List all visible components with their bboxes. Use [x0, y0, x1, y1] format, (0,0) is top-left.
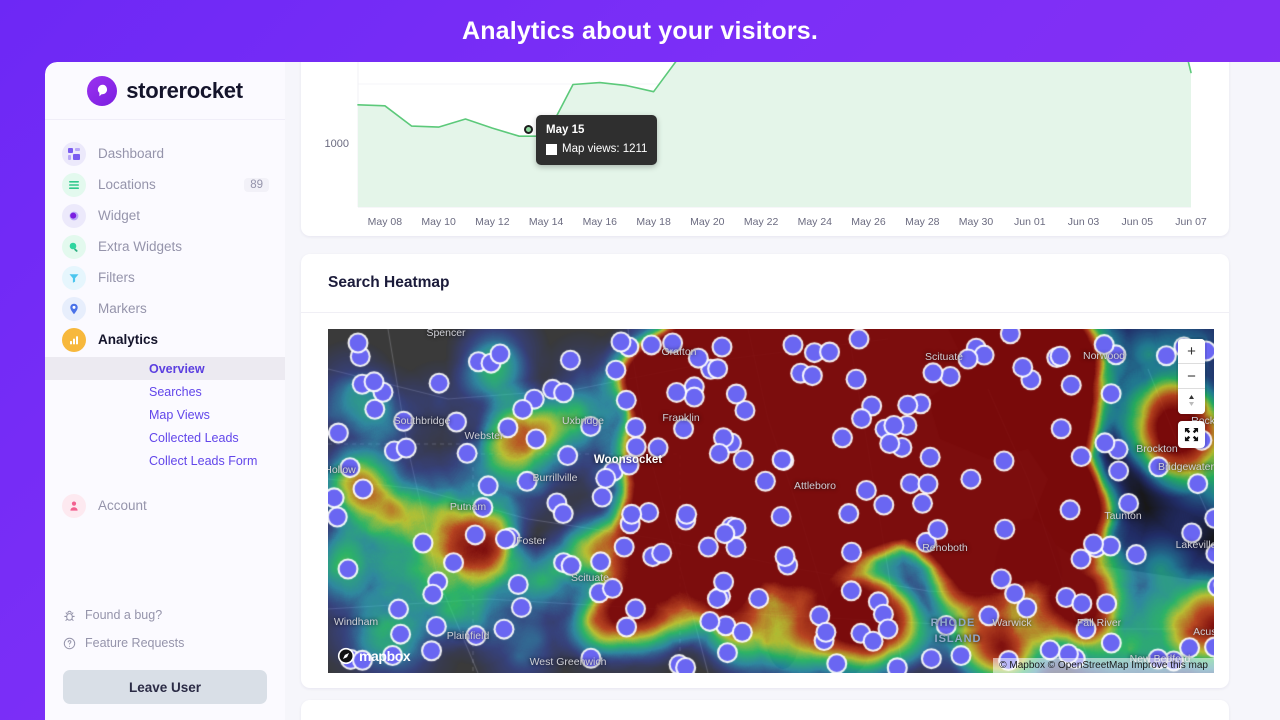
compass-icon[interactable]	[1178, 389, 1205, 414]
page-banner: Analytics about your visitors.	[0, 0, 1280, 62]
subnav-item-collect-leads-form[interactable]: Collect Leads Form	[45, 449, 285, 472]
storerocket-logo-icon	[87, 75, 118, 106]
sidebar-item-extra-widgets[interactable]: Extra Widgets	[45, 231, 285, 262]
sidebar-item-widget[interactable]: Widget	[45, 200, 285, 231]
x-axis-tick: Jun 07	[1175, 216, 1207, 228]
sidebar-item-analytics[interactable]: Analytics	[45, 324, 285, 355]
mapbox-mark-icon	[337, 647, 355, 665]
main-content: 1000 May 08 May 10 May 12 May 14 May 16 May 1…	[285, 62, 1280, 720]
subnav-item-overview[interactable]: Overview	[45, 357, 285, 380]
sidebar-item-locations[interactable]: Locations 89	[45, 169, 285, 200]
sidebar-item-label: Analytics	[98, 332, 159, 347]
heatmap-canvas[interactable]	[328, 329, 1214, 673]
sidebar: storerocket Dashboard Locations 89 Widge…	[45, 62, 285, 720]
y-axis-tick-1000: 1000	[324, 138, 349, 150]
x-axis-tick: May 10	[421, 216, 456, 228]
sidebar-footer: Found a bug? Feature Requests Leave User	[45, 601, 285, 720]
analytics-subnav: Overview Searches Map Views Collected Le…	[45, 357, 285, 472]
brand-name: storerocket	[126, 77, 243, 103]
map-views-chart-card: 1000 May 08 May 10 May 12 May 14 May 16 May 1…	[301, 62, 1229, 236]
feature-requests-label: Feature Requests	[85, 636, 185, 650]
attribution-improve-map[interactable]: Improve this map	[1131, 660, 1208, 671]
sidebar-item-markers[interactable]: Markers	[45, 293, 285, 324]
subnav-item-map-views[interactable]: Map Views	[45, 403, 285, 426]
app-window: storerocket Dashboard Locations 89 Widge…	[45, 62, 1280, 720]
sidebar-item-label: Locations	[98, 177, 156, 192]
x-axis-tick: May 20	[690, 216, 725, 228]
x-axis-tick: May 08	[367, 216, 403, 228]
filter-icon	[62, 265, 86, 290]
x-axis-tick: May 18	[636, 216, 671, 228]
fullscreen-icon[interactable]	[1178, 421, 1205, 448]
zoom-out-button[interactable]: −	[1178, 364, 1205, 389]
banner-title: Analytics about your visitors.	[461, 16, 819, 45]
attribution-mapbox[interactable]: © Mapbox	[999, 660, 1045, 671]
x-axis-tick: May 26	[851, 216, 886, 228]
circle-icon	[62, 203, 86, 228]
mapbox-logo[interactable]: mapbox	[337, 647, 411, 665]
x-axis-tick: May 28	[905, 216, 940, 228]
brand-header[interactable]: storerocket	[45, 62, 285, 120]
tooltip-date: May 15	[546, 124, 585, 136]
x-axis-tick: Jun 03	[1067, 216, 1100, 228]
heatmap-map[interactable]: Spencer Grafton Norwood Scituate Southbridge…	[328, 329, 1214, 673]
chart-tooltip: May 15 Map views: 1211	[536, 115, 658, 166]
person-icon	[62, 493, 86, 518]
search-heatmap-card: Search Heatmap Spencer Grafton Norwood Scit…	[301, 254, 1229, 688]
x-axis-tick: May 12	[475, 216, 510, 228]
sidebar-item-label: Dashboard	[98, 146, 165, 161]
x-axis-tick: Jun 01	[1014, 216, 1046, 228]
map-attribution[interactable]: © Mapbox © OpenStreetMap Improve this ma…	[993, 658, 1214, 673]
sidebar-item-label: Account	[98, 498, 147, 513]
sidebar-item-filters[interactable]: Filters	[45, 262, 285, 293]
x-axis-tick: Jun 05	[1121, 216, 1154, 228]
leave-user-button[interactable]: Leave User	[63, 670, 267, 704]
sidebar-item-label: Markers	[98, 301, 147, 316]
attribution-osm[interactable]: © OpenStreetMap	[1048, 660, 1129, 671]
x-axis-tick: May 24	[797, 216, 833, 228]
chart-area: 1000 May 08 May 10 May 12 May 14 May 16 May 1…	[301, 62, 1229, 236]
map-zoom-controls[interactable]: + −	[1178, 339, 1205, 414]
bar-chart-icon	[62, 327, 86, 352]
chart-hover-point	[524, 125, 533, 134]
mapbox-wordmark: mapbox	[359, 648, 411, 664]
grid-icon	[62, 141, 86, 166]
sidebar-item-label: Extra Widgets	[98, 239, 183, 254]
x-axis-tick: May 16	[582, 216, 618, 228]
feature-requests-link[interactable]: Feature Requests	[63, 629, 267, 657]
tooltip-color-swatch	[546, 143, 557, 155]
sidebar-item-label: Filters	[98, 270, 135, 285]
subnav-item-collected-leads[interactable]: Collected Leads	[45, 426, 285, 449]
found-a-bug-link[interactable]: Found a bug?	[63, 601, 267, 629]
search-icon	[62, 234, 86, 259]
heatmap-card-header: Search Heatmap	[301, 254, 1229, 313]
sidebar-item-label: Widget	[98, 208, 141, 223]
pin-icon	[62, 296, 86, 321]
x-axis-tick: May 14	[528, 216, 564, 228]
x-axis-tick: May 30	[958, 216, 994, 228]
sidebar-item-account[interactable]: Account	[45, 490, 285, 521]
page-title: Search Heatmap	[328, 274, 450, 291]
subnav-item-searches[interactable]: Searches	[45, 380, 285, 403]
tooltip-series-row: Map views: 1211	[546, 141, 647, 158]
map-views-area-chart	[357, 62, 1192, 208]
x-axis-tick: May 22	[743, 216, 779, 228]
tooltip-value: Map views: 1211	[562, 142, 648, 155]
sidebar-item-dashboard[interactable]: Dashboard	[45, 138, 285, 169]
question-circle-icon	[63, 637, 76, 650]
primary-nav: Dashboard Locations 89 Widget Extra Widg…	[45, 120, 285, 521]
found-a-bug-label: Found a bug?	[85, 608, 163, 622]
next-card-below	[301, 700, 1229, 720]
list-icon	[62, 172, 86, 197]
bug-icon	[63, 609, 76, 622]
zoom-in-button[interactable]: +	[1178, 339, 1205, 364]
locations-count-badge: 89	[244, 177, 269, 192]
